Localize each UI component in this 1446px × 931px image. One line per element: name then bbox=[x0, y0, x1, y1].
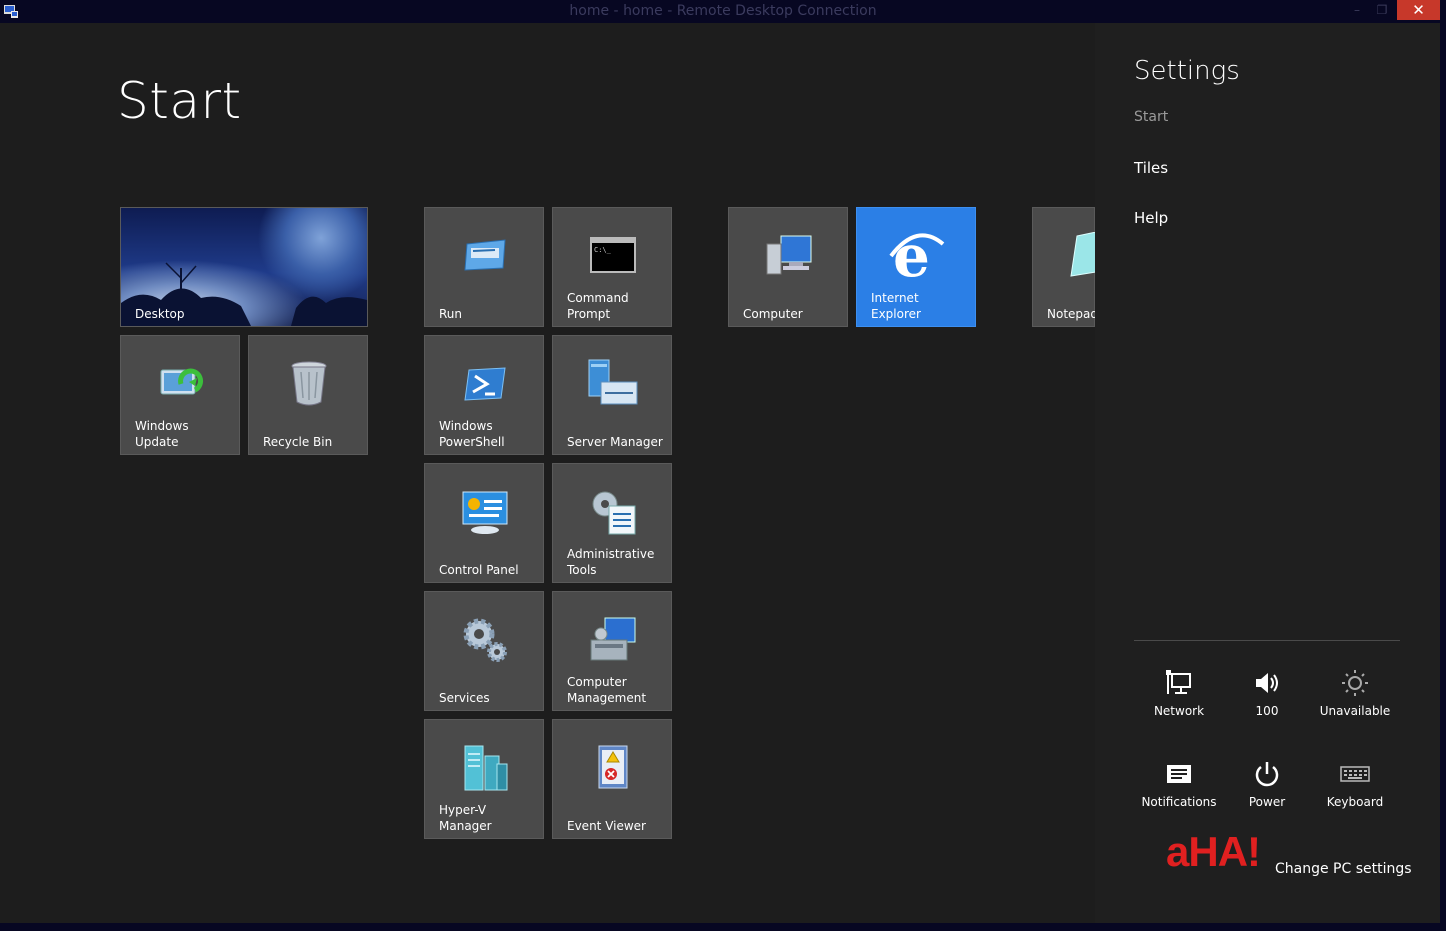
quick-setting-label: 100 bbox=[1255, 704, 1279, 718]
network-icon bbox=[1166, 670, 1191, 694]
computer-icon bbox=[766, 235, 812, 275]
windows-update-icon bbox=[160, 368, 204, 395]
settings-heading: Settings bbox=[1134, 56, 1240, 86]
minimize-button[interactable]: – bbox=[1344, 0, 1370, 20]
brightness-icon bbox=[1342, 670, 1368, 696]
tile-desktop[interactable]: Desktop bbox=[120, 207, 368, 327]
settings-context-label: Start bbox=[1134, 109, 1169, 125]
tile-notepad[interactable]: Notepad bbox=[1032, 207, 1098, 327]
quick-setting-power[interactable]: Power bbox=[1222, 759, 1312, 809]
quick-setting-label: Unavailable bbox=[1319, 704, 1391, 718]
quick-setting-notifications[interactable]: Notifications bbox=[1134, 759, 1224, 809]
tile-label: Desktop bbox=[135, 307, 185, 321]
run-icon bbox=[464, 239, 506, 271]
server-manager-icon bbox=[588, 359, 638, 405]
quick-setting-network[interactable]: Network bbox=[1134, 668, 1224, 718]
tile-services[interactable]: Services bbox=[424, 591, 544, 711]
svg-text:C:\_: C:\_ bbox=[594, 246, 612, 254]
power-icon bbox=[1255, 762, 1279, 787]
keyboard-icon bbox=[1340, 766, 1370, 782]
tile-computer-management[interactable]: Computer Management bbox=[552, 591, 672, 711]
tile-hyperv-manager[interactable]: Hyper-V Manager bbox=[424, 719, 544, 839]
tile-command-prompt[interactable]: C:\_ Command Prompt bbox=[552, 207, 672, 327]
administrative-tools-icon bbox=[592, 491, 636, 535]
tile-label: Command Prompt bbox=[567, 291, 629, 321]
notifications-icon bbox=[1167, 765, 1191, 783]
tile-recycle-bin[interactable]: Recycle Bin bbox=[248, 335, 368, 455]
tile-label: Recycle Bin bbox=[263, 435, 333, 449]
tile-run[interactable]: Run bbox=[424, 207, 544, 327]
tile-event-viewer[interactable]: Event Viewer bbox=[552, 719, 672, 839]
tile-label: Server Manager bbox=[567, 435, 663, 449]
page-title: Start bbox=[117, 72, 242, 130]
tile-label: Administrative Tools bbox=[567, 547, 655, 577]
powershell-icon bbox=[464, 367, 506, 401]
quick-setting-label: Notifications bbox=[1141, 795, 1217, 809]
tile-server-manager[interactable]: Server Manager bbox=[552, 335, 672, 455]
tile-control-panel[interactable]: Control Panel bbox=[424, 463, 544, 583]
control-panel-icon bbox=[462, 491, 508, 534]
window-border-right bbox=[1440, 23, 1446, 923]
settings-link-tiles[interactable]: Tiles bbox=[1134, 159, 1168, 177]
tile-label: Windows Update bbox=[135, 419, 189, 449]
volume-icon bbox=[1256, 673, 1278, 693]
tile-label: Notepad bbox=[1047, 307, 1098, 321]
settings-link-help[interactable]: Help bbox=[1134, 209, 1168, 227]
maximize-button[interactable]: ❐ bbox=[1369, 0, 1395, 20]
tile-label: Event Viewer bbox=[567, 819, 646, 833]
tile-label: Computer Management bbox=[567, 675, 647, 705]
quick-setting-volume[interactable]: 100 bbox=[1222, 668, 1312, 718]
tile-computer[interactable]: Computer bbox=[728, 207, 848, 327]
event-viewer-icon bbox=[598, 745, 628, 789]
window-border-bottom bbox=[0, 923, 1446, 931]
hyperv-manager-icon bbox=[464, 745, 508, 791]
recycle-bin-icon bbox=[291, 361, 327, 406]
aha-watermark: aHA! bbox=[1166, 828, 1261, 875]
change-pc-settings-link[interactable]: Change PC settings bbox=[1275, 861, 1412, 877]
computer-management-icon bbox=[590, 617, 636, 661]
tile-label: Services bbox=[439, 691, 490, 705]
tile-label: Computer bbox=[743, 307, 803, 321]
quick-setting-brightness[interactable]: Unavailable bbox=[1310, 668, 1400, 718]
quick-setting-label: Keyboard bbox=[1326, 795, 1384, 809]
window-title: home - home - Remote Desktop Connection bbox=[569, 3, 877, 19]
tile-label: Control Panel bbox=[439, 563, 519, 577]
tile-label: Hyper-V Manager bbox=[439, 803, 492, 833]
tile-internet-explorer[interactable]: e Internet Explorer bbox=[856, 207, 976, 327]
tile-administrative-tools[interactable]: Administrative Tools bbox=[552, 463, 672, 583]
quick-setting-label: Network bbox=[1153, 704, 1205, 718]
tile-label: Internet Explorer bbox=[871, 291, 921, 321]
internet-explorer-icon: e bbox=[889, 226, 945, 286]
tile-label: Run bbox=[439, 307, 463, 321]
notepad-icon bbox=[1070, 232, 1096, 277]
quick-setting-label: Power bbox=[1248, 795, 1286, 809]
quick-setting-keyboard[interactable]: Keyboard bbox=[1310, 759, 1400, 809]
tile-label: Windows PowerShell bbox=[439, 419, 505, 449]
services-gears-icon bbox=[463, 618, 507, 662]
tile-windows-update[interactable]: Windows Update bbox=[120, 335, 240, 455]
settings-charm: Settings Start Tiles Help Network 100 Un… bbox=[1095, 23, 1440, 923]
command-prompt-icon: C:\_ bbox=[590, 237, 636, 273]
tile-windows-powershell[interactable]: Windows PowerShell bbox=[424, 335, 544, 455]
settings-divider bbox=[1134, 640, 1400, 641]
close-button[interactable]: ✕ bbox=[1397, 0, 1440, 20]
window-titlebar: home - home - Remote Desktop Connection … bbox=[0, 0, 1446, 23]
